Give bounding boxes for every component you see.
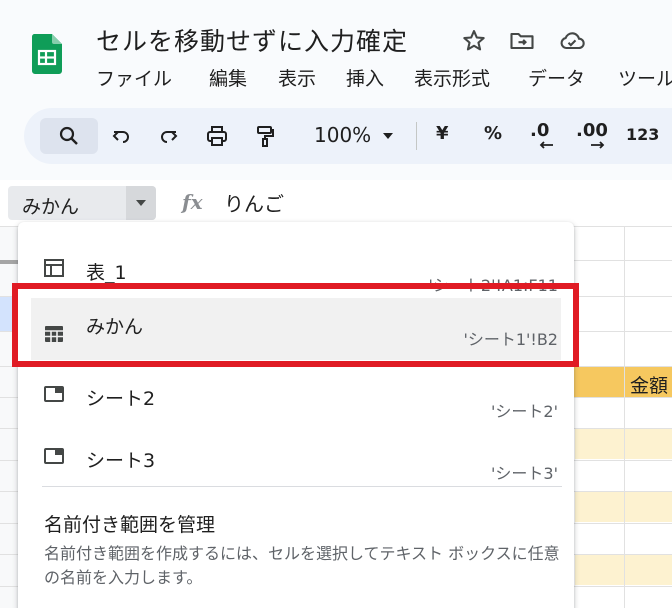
increase-decimal-arrow-icon <box>591 141 605 149</box>
sheet-icon <box>44 448 64 464</box>
manage-named-ranges-description: 名前付き範囲を作成するには、セルを選択してテキスト ボックスに任意の名前を入力し… <box>44 544 560 587</box>
zoom-dropdown-icon[interactable] <box>382 132 394 140</box>
named-range-item-sheet2[interactable]: シート2 'シート2' <box>18 358 574 421</box>
undo-icon <box>112 131 129 143</box>
named-ranges-dropdown: 表_1 'シート2'!A1:F11 みかん 'シート1'!B2 シート2 'シー… <box>18 222 574 608</box>
undo-button[interactable] <box>104 120 138 152</box>
named-range-label: 表_1 <box>86 262 127 284</box>
menu-format[interactable]: 表示形式 <box>414 64 490 91</box>
named-range-item-sheet3[interactable]: シート3 'シート3' <box>18 420 574 483</box>
amount-header-text: 金額 <box>630 375 669 397</box>
menu-view[interactable]: 表示 <box>278 64 316 91</box>
named-range-reference: 'シート3' <box>491 464 558 483</box>
paint-format-button[interactable] <box>248 120 282 152</box>
paint-format-icon <box>257 126 274 147</box>
increase-decimal-button[interactable]: .00 <box>576 120 608 141</box>
star-icon[interactable] <box>460 27 488 55</box>
table-icon <box>44 259 64 277</box>
sheet-icon <box>44 386 64 402</box>
document-title[interactable]: セルを移動せずに入力確定 <box>96 22 408 58</box>
decrease-decimal-arrow-icon <box>539 141 553 149</box>
print-icon <box>207 126 227 146</box>
menu-insert[interactable]: 挿入 <box>346 64 384 91</box>
menu-file[interactable]: ファイル <box>96 64 172 91</box>
menu-edit[interactable]: 編集 <box>209 64 247 91</box>
search-menus-button[interactable] <box>40 118 98 154</box>
grid-line <box>624 226 625 608</box>
chevron-down-icon <box>136 200 146 206</box>
print-button[interactable] <box>200 120 234 152</box>
formula-bar: みかん fx りんご <box>0 180 672 226</box>
dropdown-divider <box>42 486 562 487</box>
named-range-reference: 'シート2' <box>491 402 558 421</box>
currency-format-button[interactable]: ¥ <box>436 123 449 144</box>
redo-icon <box>161 131 178 143</box>
more-formats-button[interactable]: 123 <box>626 125 659 144</box>
decrease-decimal-button[interactable]: .0 <box>530 120 549 141</box>
cloud-saved-icon[interactable] <box>558 27 586 55</box>
move-folder-icon[interactable] <box>508 27 536 55</box>
name-box[interactable]: みかん <box>8 186 156 220</box>
toolbar: 100% ¥ % .0 .00 123 <box>24 108 672 164</box>
frozen-row-handle[interactable] <box>0 260 18 264</box>
manage-named-ranges-link[interactable]: 名前付き範囲を管理 <box>44 510 215 537</box>
named-range-label: シート3 <box>86 450 156 472</box>
fx-icon: fx <box>182 190 203 214</box>
highlight-annotation <box>12 283 579 367</box>
name-box-value: みかん <box>22 196 80 218</box>
menu-data[interactable]: データ <box>528 64 585 91</box>
sheets-logo-icon[interactable] <box>32 27 62 81</box>
name-box-dropdown-button[interactable] <box>126 186 156 220</box>
menu-tools[interactable]: ツール <box>618 64 672 91</box>
search-icon <box>59 126 78 145</box>
zoom-select[interactable]: 100% <box>314 123 371 147</box>
toolbar-divider <box>416 122 417 150</box>
formula-input[interactable]: りんご <box>224 188 284 217</box>
redo-button[interactable] <box>152 120 186 152</box>
app-header: セルを移動せずに入力確定 ファイル 編集 表示 挿入 表示形式 データ ツール <box>0 0 672 106</box>
percent-format-button[interactable]: % <box>484 123 502 144</box>
named-range-label: シート2 <box>86 388 156 410</box>
